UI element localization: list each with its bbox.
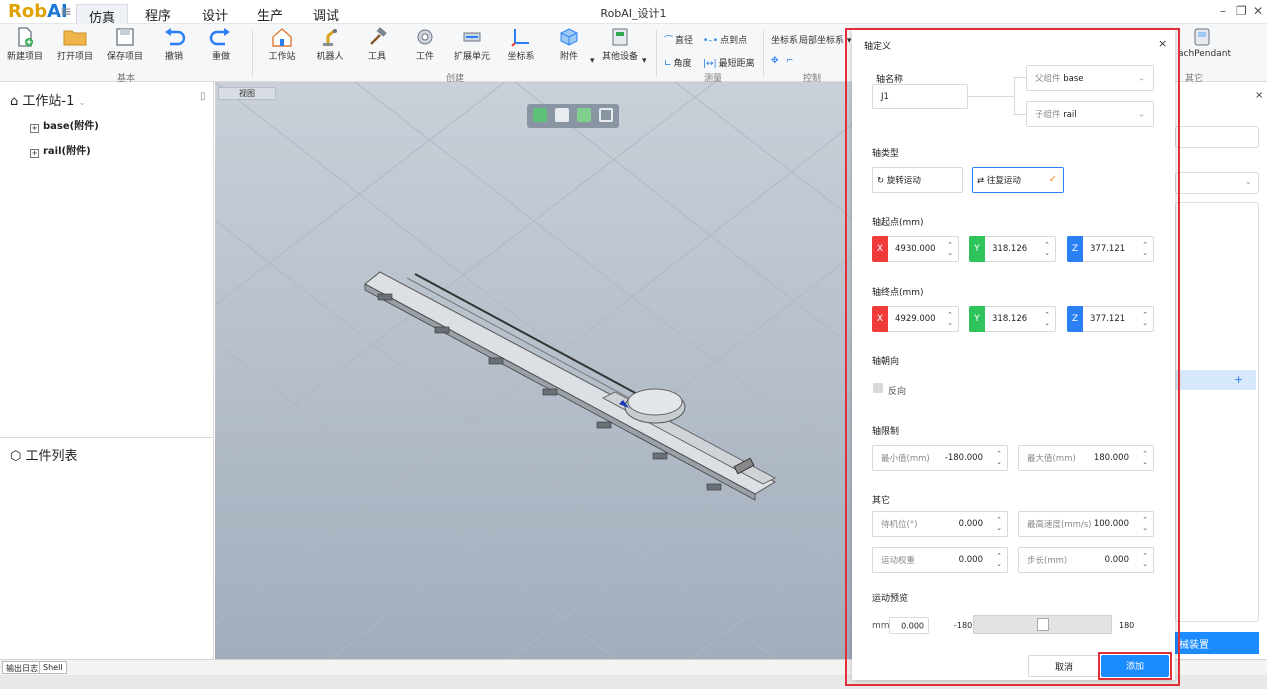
- left-panel: [0, 82, 214, 659]
- cube-icon: [560, 28, 578, 46]
- point-to-point-tool[interactable]: •–• 点到点: [703, 33, 747, 46]
- view-toolbar: [527, 104, 619, 128]
- tool-button[interactable]: 工具: [353, 26, 401, 62]
- robot-arm-icon: [323, 29, 337, 46]
- add-icon: +: [1234, 373, 1244, 386]
- min-distance-tool[interactable]: |↔| 最短距离: [703, 56, 755, 69]
- diameter-icon: ⌒: [664, 36, 674, 46]
- redo-button[interactable]: 重做: [197, 26, 245, 62]
- panel-field[interactable]: [1175, 126, 1259, 148]
- home-icon: ⌂: [10, 94, 19, 109]
- gear-part-icon: [417, 29, 433, 45]
- new-project-button[interactable]: 新建项目: [1, 26, 49, 62]
- tree-item-base[interactable]: + base(附件): [30, 117, 99, 133]
- fit-view-icon[interactable]: [599, 108, 613, 122]
- side-view-icon[interactable]: [577, 108, 591, 122]
- divider: [0, 437, 214, 438]
- attachment-button[interactable]: 附件: [545, 26, 593, 62]
- workpiece-list-header: ⬡ 工件列表: [10, 449, 78, 464]
- window-title: RobAI_设计1: [600, 7, 667, 20]
- expand-icon: +: [30, 149, 39, 158]
- controller-cabinet-icon: [612, 28, 628, 46]
- redo-icon: [209, 28, 230, 46]
- diameter-tool[interactable]: ⌒ 直径: [664, 33, 693, 46]
- house-icon: [272, 28, 292, 47]
- viewport-scene: [215, 82, 852, 659]
- tab-output-log[interactable]: 输出日志: [2, 661, 42, 674]
- expand-icon: +: [30, 124, 39, 133]
- undo-button[interactable]: 撤销: [150, 26, 198, 62]
- angle-tool[interactable]: ∟ 角度: [664, 56, 692, 69]
- coord-system-select[interactable]: 局部坐标系 ▾: [799, 33, 851, 46]
- panel-list: [1175, 202, 1259, 622]
- undo-icon: [165, 28, 186, 46]
- point-to-point-icon: •–•: [703, 36, 719, 46]
- view-tab[interactable]: 视图: [218, 87, 276, 100]
- panel-select[interactable]: ⌄: [1175, 172, 1259, 194]
- workstation-header[interactable]: ⌂ 工作站-1 ⌄: [10, 90, 86, 109]
- iso-view-icon[interactable]: [533, 108, 547, 122]
- attachment-dropdown-icon[interactable]: ▾: [590, 56, 595, 66]
- hammer-icon: [370, 27, 387, 45]
- angle-icon: ∟: [664, 59, 672, 69]
- coord-system-button[interactable]: 坐标系: [497, 26, 545, 62]
- front-view-icon[interactable]: [555, 108, 569, 122]
- workpiece-button[interactable]: 工件: [401, 26, 449, 62]
- extension-unit-button[interactable]: 扩展单元: [448, 26, 496, 62]
- folder-icon: [63, 30, 87, 46]
- save-icon: [116, 28, 134, 46]
- teach-pendant-icon: [1194, 28, 1210, 46]
- frame-icon[interactable]: ⌐: [786, 56, 794, 66]
- coord-system-label: 坐标系: [771, 36, 799, 46]
- 3d-viewport[interactable]: [215, 82, 852, 659]
- open-project-button[interactable]: 打开项目: [51, 26, 99, 62]
- move-icon[interactable]: ✥: [771, 56, 779, 66]
- min-distance-icon: |↔|: [703, 59, 717, 69]
- dialog-highlight-frame: [845, 28, 1180, 686]
- panel-toggle-icon[interactable]: ▯: [200, 91, 206, 102]
- chevron-down-icon: ⌄: [1244, 177, 1252, 187]
- mechanism-button[interactable]: 械装置: [1175, 632, 1259, 654]
- close-window-icon[interactable]: ✕: [1253, 4, 1263, 18]
- add-button-highlight-frame: [1098, 652, 1172, 680]
- panel-close-icon[interactable]: ×: [1255, 90, 1263, 101]
- robot-button[interactable]: 机器人: [306, 26, 354, 62]
- axes-icon: [511, 29, 529, 47]
- minimize-icon[interactable]: –: [1220, 4, 1226, 18]
- chevron-down-icon: ⌄: [78, 98, 87, 108]
- tree-item-rail[interactable]: + rail(附件): [30, 142, 91, 158]
- other-device-dropdown-icon[interactable]: ▾: [642, 56, 647, 66]
- save-project-button[interactable]: 保存项目: [101, 26, 149, 62]
- restore-icon[interactable]: ❐: [1236, 4, 1247, 18]
- linear-axis-icon: [463, 32, 481, 42]
- other-device-button[interactable]: 其他设备: [596, 26, 644, 62]
- cube-outline-icon: ⬡: [10, 449, 22, 464]
- workstation-button[interactable]: 工作站: [258, 26, 306, 62]
- new-file-icon: [18, 27, 33, 47]
- teach-pendant-button[interactable]: achPendant: [1178, 26, 1231, 59]
- panel-list-selected[interactable]: +: [1176, 370, 1256, 390]
- tab-shell[interactable]: Shell: [39, 661, 67, 674]
